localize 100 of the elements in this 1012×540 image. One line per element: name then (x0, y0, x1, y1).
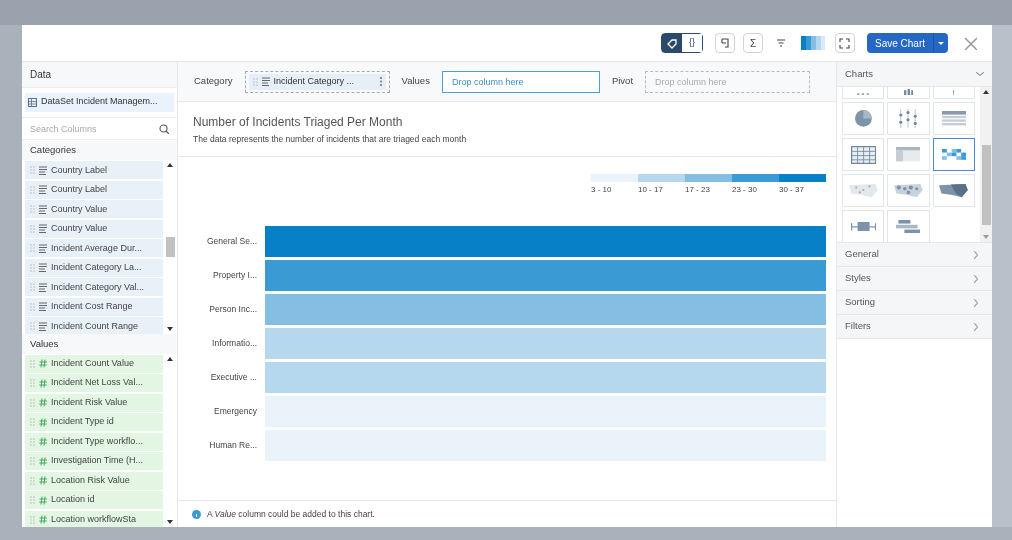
tag-icon (666, 37, 678, 49)
info-icon (192, 509, 201, 519)
column-name: Location Risk Value (51, 473, 130, 487)
scrollbar-thumb[interactable] (981, 144, 991, 225)
column-item[interactable]: Investigation Time (H... (25, 452, 163, 471)
scrollbar[interactable] (980, 87, 992, 242)
category-label: Emergency (213, 405, 258, 418)
drag-handle-icon (30, 457, 35, 466)
values-drop-field[interactable]: Drop column here (441, 70, 600, 93)
color-palette-icon (800, 36, 825, 50)
column-item[interactable]: Incident Risk Value (25, 393, 163, 412)
boxplot-chart-icon (850, 221, 876, 232)
chevron-icon (974, 274, 978, 283)
column-name: Incident Type workflo... (51, 434, 143, 448)
section-title: Categories (22, 140, 177, 161)
drag-handle-icon (30, 224, 35, 233)
column-item[interactable]: Incident Count Range (25, 317, 163, 334)
number-column-icon (39, 515, 47, 525)
scroll-down-icon (167, 326, 173, 331)
caret-icon (938, 41, 944, 45)
more-icon (379, 77, 382, 86)
drag-handle-icon (30, 283, 35, 292)
column-item[interactable]: Country Label (25, 161, 163, 180)
column-name: Country Label (51, 183, 108, 196)
dataset-item[interactable]: DataSet Incident Managem... (25, 92, 174, 112)
chart-title: Number of Incidents Triaged Per Month (193, 113, 404, 131)
scroll-up-icon (983, 90, 989, 94)
number-column-icon (39, 476, 47, 486)
chevron-icon (974, 322, 978, 331)
expand-button[interactable] (834, 33, 855, 53)
category-label: Property I... (212, 269, 258, 282)
drag-handle-icon (30, 398, 35, 407)
text-column-icon (39, 282, 47, 292)
dots-chart-icon (899, 108, 918, 129)
column-item[interactable]: Country Value (25, 200, 163, 219)
legend-label: 17 - 23 (685, 184, 711, 196)
chevron-icon (974, 298, 978, 307)
panel-title: Data (22, 62, 177, 88)
column-name: Incident Type id (51, 415, 114, 429)
category-chip[interactable]: Incident Category ... (248, 73, 386, 90)
filter-icon (775, 38, 786, 48)
drag-handle-icon (30, 418, 35, 427)
text-column-icon (39, 185, 47, 195)
column-name: Incident Category La... (51, 261, 142, 274)
column-name: Incident Average Dur... (51, 241, 142, 255)
doc-button[interactable] (714, 33, 735, 53)
text-column-icon (39, 302, 47, 312)
chip-label: Incident Category ... (273, 74, 356, 88)
column-name: Location workflowSta (51, 512, 137, 526)
column-item[interactable]: Location Risk Value (25, 471, 163, 490)
category-label: Executive ... (209, 371, 258, 384)
palette-button[interactable] (798, 33, 827, 53)
search-field[interactable]: Search Columns (22, 117, 159, 140)
scroll-down-icon (167, 520, 173, 524)
column-item[interactable]: Incident Category Val... (25, 278, 163, 297)
tag-toggle[interactable] (661, 34, 682, 52)
number-column-icon (39, 456, 47, 466)
close-icon (963, 36, 977, 50)
column-item[interactable]: Incident Average Dur... (25, 239, 163, 258)
category-label: Human Re... (208, 439, 258, 452)
column-item[interactable]: Location id (25, 491, 163, 510)
fullscreen-icon (839, 37, 851, 49)
drag-handle-icon (252, 77, 258, 86)
column-name: Incident Count Range (51, 319, 139, 333)
legend-label: 3 - 10 (591, 184, 613, 196)
drag-handle-icon (30, 185, 35, 194)
cut-line-chart-icon (953, 90, 955, 95)
column-name: Country Value (51, 202, 108, 216)
scrollbar-thumb[interactable] (165, 237, 175, 257)
column-item[interactable]: Incident Cost Range (25, 297, 163, 316)
scroll-up-icon (167, 163, 173, 168)
column-item[interactable]: Incident Net Loss Val... (25, 374, 163, 393)
column-item[interactable]: Location workflowSta (25, 510, 163, 527)
pivot-drop-field[interactable]: Drop column here (645, 70, 811, 93)
drop-zone-label: Pivot (611, 74, 634, 89)
column-name: Country Label (51, 163, 108, 177)
category-label: Informatio... (211, 337, 258, 350)
text-column-icon (261, 77, 270, 86)
column-item[interactable]: Incident Type workflo... (25, 432, 163, 451)
drag-handle-icon (30, 379, 35, 388)
column-name: Incident Cost Range (51, 300, 133, 313)
grid-chart-icon (850, 145, 876, 164)
cut-dots-chart-icon (857, 92, 870, 95)
column-item[interactable]: Incident Type id (25, 413, 163, 432)
section-title: Charts (845, 66, 873, 81)
table-icon (28, 97, 37, 107)
dataset-name: DataSet Incident Managem... (41, 95, 158, 109)
map-filled-chart-icon (939, 183, 969, 198)
column-item[interactable]: Country Value (25, 219, 163, 238)
legend-label: 30 - 37 (779, 184, 805, 196)
column-name: Incident Count Value (51, 356, 134, 370)
chart-type-option[interactable] (932, 138, 975, 171)
category-label: Person Inc... (208, 303, 258, 316)
sum-button[interactable]: Σ (742, 33, 763, 53)
column-item[interactable]: Incident Category La... (25, 258, 163, 277)
legend-label: 23 - 30 (732, 184, 758, 196)
column-item[interactable]: Incident Count Value (25, 354, 163, 373)
number-column-icon (39, 495, 47, 505)
column-item[interactable]: Country Label (25, 180, 163, 199)
legend-label: 10 - 17 (638, 184, 664, 196)
